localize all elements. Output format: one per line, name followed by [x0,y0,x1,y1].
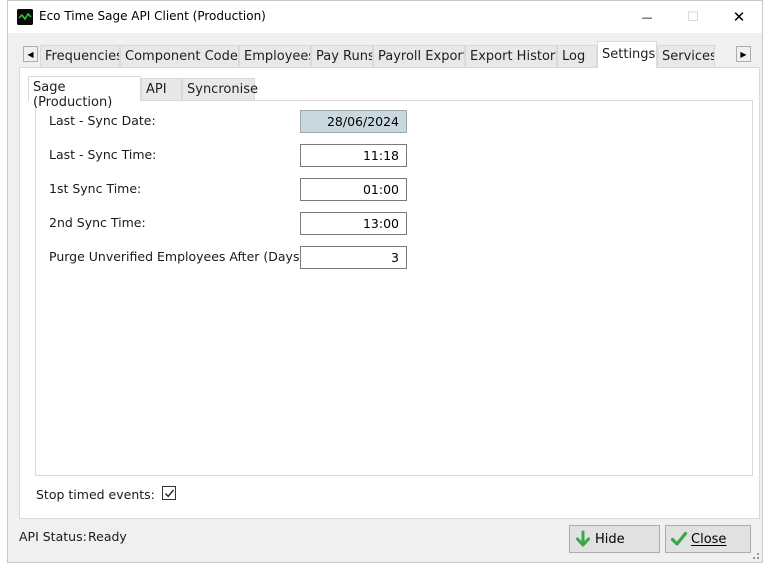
minimize-button[interactable]: — [624,1,670,33]
stop-timed-events-checkbox[interactable] [162,486,176,500]
tab-export-history[interactable]: Export History [465,45,557,67]
tab-label: Employees [244,49,311,64]
tab-label: Frequencies [45,49,120,64]
tab-scroll-right-button[interactable]: ▶ [736,46,751,62]
purge-days-field[interactable]: 3 [300,246,407,269]
minimize-icon: — [641,10,653,24]
checkmark-icon [164,489,175,498]
last-sync-date-field: 28/06/2024 [300,110,407,133]
tab-label: Component Codes [125,49,239,64]
app-window: Eco Time Sage API Client (Production) — … [7,0,763,563]
subtab-label: Sage (Production) [33,80,113,110]
tab-label: Payroll Export [378,49,465,64]
subtab-sage-production[interactable]: Sage (Production) [28,76,141,110]
close-button-label: Close [691,531,727,547]
tab-log[interactable]: Log [557,45,597,67]
last-sync-time-field[interactable]: 11:18 [300,144,407,167]
subtab-label: Syncronise [187,82,258,97]
close-window-button[interactable]: ✕ [716,1,762,33]
tab-pay-runs[interactable]: Pay Runs [311,45,373,67]
close-icon: ✕ [732,8,746,26]
tab-label: Pay Runs [316,49,373,64]
subtab-api[interactable]: API [141,78,182,100]
sage-settings-panel: Last - Sync Date: 28/06/2024 Last - Sync… [35,100,753,476]
purge-days-label: Purge Unverified Employees After (Days): [49,249,309,264]
window-title: Eco Time Sage API Client (Production) [39,9,266,23]
resize-grip-icon[interactable] [750,550,760,560]
last-sync-time-label: Last - Sync Time: [49,147,157,162]
main-tab-strip: ◀ Frequencies Component Codes Employees … [19,41,755,68]
api-status-label: API Status: [19,529,87,544]
title-bar[interactable]: Eco Time Sage API Client (Production) — … [8,1,762,33]
tab-label: Export History [470,49,557,64]
first-sync-time-field[interactable]: 01:00 [300,178,407,201]
subtab-label: API [146,82,167,97]
app-logo-icon [17,9,33,25]
tab-label: Settings [602,47,656,62]
tab-label: Log [562,49,586,64]
close-button[interactable]: Close [665,525,751,553]
tab-scroll-left-button[interactable]: ◀ [23,46,38,62]
tab-label: Services [662,49,715,64]
subtab-syncronise[interactable]: Syncronise [182,78,258,100]
tab-component-codes[interactable]: Component Codes [120,45,239,67]
last-sync-date-label: Last - Sync Date: [49,113,156,128]
chevron-left-icon: ◀ [27,49,34,59]
stop-timed-events-label: Stop timed events: [36,487,155,502]
hide-button[interactable]: Hide [569,525,660,553]
settings-panel: Sage (Production) API Syncronise Last - … [19,67,760,519]
maximize-button[interactable]: ☐ [670,1,716,33]
tab-payroll-export[interactable]: Payroll Export [373,45,465,67]
arrow-down-icon [576,530,590,547]
api-status-value: Ready [88,529,127,544]
maximize-icon: ☐ [687,9,699,25]
first-sync-time-label: 1st Sync Time: [49,181,142,196]
tab-settings[interactable]: Settings [597,41,657,68]
second-sync-time-field[interactable]: 13:00 [300,212,407,235]
hide-button-label: Hide [595,531,625,547]
chevron-right-icon: ▶ [740,49,747,59]
checkmark-icon [670,531,688,546]
second-sync-time-label: 2nd Sync Time: [49,215,146,230]
tab-employees[interactable]: Employees [239,45,311,67]
tab-services[interactable]: Services [657,45,715,67]
tab-frequencies[interactable]: Frequencies [40,45,120,67]
